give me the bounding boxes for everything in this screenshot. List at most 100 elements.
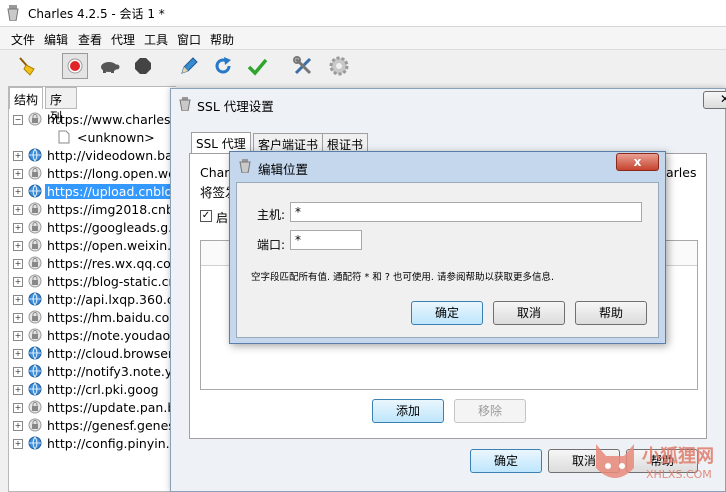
ssl-dialog-title: SSL 代理设置 bbox=[197, 99, 274, 114]
expand-toggle-icon[interactable]: + bbox=[13, 277, 23, 287]
tree-row-label: https://update.pan.ba bbox=[47, 400, 183, 415]
close-icon: x bbox=[633, 155, 642, 169]
tree-row-label: <unknown> bbox=[77, 130, 155, 145]
ssl-dialog-close-button[interactable]: ✕ bbox=[703, 91, 726, 109]
expand-toggle-icon[interactable]: + bbox=[13, 169, 23, 179]
tree-row[interactable]: + https://note.youdao.c bbox=[9, 327, 189, 345]
tree-row[interactable]: + http://cloud.browser. bbox=[9, 345, 189, 363]
host-label: 主机: bbox=[257, 208, 286, 222]
menu-edit[interactable]: 编辑 bbox=[44, 31, 68, 48]
tab-ssl-proxy[interactable]: SSL 代理 bbox=[191, 132, 251, 153]
fox-logo-icon bbox=[596, 444, 634, 478]
expand-toggle-icon[interactable]: + bbox=[13, 313, 23, 323]
add-location-button[interactable]: 添加 bbox=[372, 399, 444, 423]
enable-ssl-proxy-checkbox[interactable]: ✓ bbox=[200, 210, 212, 222]
tree-row-label: http://crl.pki.goog bbox=[47, 382, 159, 397]
globe-icon bbox=[28, 436, 42, 450]
tree-row[interactable]: + https://genesf.genesc bbox=[9, 417, 189, 435]
tab-root-certificate[interactable]: 根证书 bbox=[322, 133, 369, 153]
expand-toggle-icon[interactable]: + bbox=[13, 223, 23, 233]
tree-row[interactable]: + https://googleads.g.c bbox=[9, 219, 189, 237]
turtle-icon[interactable] bbox=[96, 53, 122, 79]
tree-row[interactable]: + http://crl.pki.goog bbox=[9, 381, 189, 399]
tree-row[interactable]: + https://res.wx.qq.com bbox=[9, 255, 189, 273]
tree-row-label: https://img2018.cnblo bbox=[47, 202, 186, 217]
broom-icon[interactable] bbox=[14, 53, 40, 79]
tree-row[interactable]: + http://config.pinyin.sc bbox=[9, 435, 189, 453]
ssl-description-start: Charl bbox=[200, 165, 233, 180]
menu-proxy[interactable]: 代理 bbox=[111, 31, 135, 48]
lock-globe-icon bbox=[28, 400, 42, 414]
globe-icon bbox=[28, 382, 42, 396]
remove-location-button[interactable]: 移除 bbox=[454, 399, 526, 423]
tree-row[interactable]: <unknown> bbox=[9, 129, 189, 147]
expand-toggle-icon[interactable]: + bbox=[13, 349, 23, 359]
expand-toggle-icon[interactable]: + bbox=[13, 241, 23, 251]
tools-icon[interactable] bbox=[290, 53, 316, 79]
edit-dialog-close-button[interactable]: x bbox=[616, 153, 659, 171]
menu-window[interactable]: 窗口 bbox=[177, 31, 201, 48]
tree-row-label: https://hm.baidu.com bbox=[47, 310, 182, 325]
tree-row[interactable]: + http://videodown.bao bbox=[9, 147, 189, 165]
lock-globe-icon bbox=[28, 256, 42, 270]
lock-globe-icon bbox=[28, 328, 42, 342]
globe-icon bbox=[28, 148, 42, 162]
ssl-ok-button[interactable]: 确定 bbox=[470, 449, 542, 473]
lock-globe-icon bbox=[28, 220, 42, 234]
tree-row-label: https://googleads.g.c bbox=[47, 220, 179, 235]
expand-toggle-icon[interactable]: + bbox=[13, 367, 23, 377]
edit-pen-icon[interactable] bbox=[176, 53, 202, 79]
tree-row[interactable]: + https://hm.baidu.com bbox=[9, 309, 189, 327]
stop-breakpoint-icon[interactable] bbox=[130, 53, 156, 79]
tree-row[interactable]: + https://img2018.cnblo bbox=[9, 201, 189, 219]
tree-row-label: https://blog-static.cnl bbox=[47, 274, 180, 289]
title-bar: Charles 4.2.5 - 会话 1 * bbox=[0, 0, 726, 27]
expand-toggle-icon[interactable]: + bbox=[13, 187, 23, 197]
menu-view[interactable]: 查看 bbox=[78, 31, 102, 48]
tab-client-certificates[interactable]: 客户端证书 bbox=[253, 133, 324, 153]
checkmark-icon[interactable] bbox=[244, 53, 270, 79]
edit-ok-button[interactable]: 确定 bbox=[411, 301, 483, 325]
host-input[interactable]: * bbox=[290, 202, 642, 222]
collapse-toggle-icon[interactable]: − bbox=[13, 115, 23, 125]
refresh-icon[interactable] bbox=[210, 53, 236, 79]
expand-toggle-icon[interactable]: + bbox=[13, 331, 23, 341]
tab-sequence[interactable]: 序列 bbox=[45, 87, 77, 124]
expand-toggle-icon[interactable]: + bbox=[13, 259, 23, 269]
tree-row-label: http://notify3.note.yo bbox=[47, 364, 180, 379]
tree-row-label: https://www.charlesp bbox=[47, 112, 179, 127]
tree-row[interactable]: + https://update.pan.ba bbox=[9, 399, 189, 417]
tree-row[interactable]: + https://blog-static.cnl bbox=[9, 273, 189, 291]
menu-file[interactable]: 文件 bbox=[11, 31, 35, 48]
expand-toggle-icon[interactable]: + bbox=[13, 205, 23, 215]
menu-help[interactable]: 帮助 bbox=[210, 31, 234, 48]
tree-row[interactable]: − https://www.charlesp bbox=[9, 111, 189, 129]
edit-dialog-body: 主机: * 端口: * 空字段匹配所有值. 通配符 * 和 ? 也可使用. 请参… bbox=[236, 182, 659, 338]
tab-structure[interactable]: 结构 bbox=[9, 87, 43, 109]
tree-row-label: http://videodown.bao bbox=[47, 148, 181, 163]
expand-toggle-icon[interactable]: + bbox=[13, 403, 23, 413]
edit-cancel-button[interactable]: 取消 bbox=[493, 301, 565, 325]
tree-row[interactable]: + https://open.weixin.q bbox=[9, 237, 189, 255]
site-watermark: 小狐狸网 XHLXS.COM bbox=[590, 436, 726, 492]
expand-toggle-icon[interactable]: + bbox=[13, 151, 23, 161]
edit-help-button[interactable]: 帮助 bbox=[575, 301, 647, 325]
settings-gear-icon[interactable] bbox=[326, 53, 352, 79]
enable-ssl-proxy-label: 启 bbox=[216, 211, 229, 225]
tree-row[interactable]: + http://api.lxqp.360.cn bbox=[9, 291, 189, 309]
expand-toggle-icon[interactable]: + bbox=[13, 421, 23, 431]
tree-row[interactable]: + https://upload.cnblog bbox=[9, 183, 189, 201]
expand-toggle-icon[interactable]: + bbox=[13, 439, 23, 449]
expand-toggle-icon[interactable]: + bbox=[13, 295, 23, 305]
edit-location-dialog: 编辑位置 x 主机: * 端口: * 空字段匹配所有值. 通配符 * 和 ? 也… bbox=[229, 151, 666, 344]
tree-row-label: http://api.lxqp.360.cn bbox=[47, 292, 182, 307]
record-icon[interactable] bbox=[62, 53, 88, 79]
structure-tree-pane[interactable]: 结构 序列 − https://www.charlesp <unknown> + htt… bbox=[8, 86, 185, 492]
tree-row[interactable]: + http://notify3.note.yo bbox=[9, 363, 189, 381]
menu-tools[interactable]: 工具 bbox=[144, 31, 168, 48]
toolbar bbox=[0, 50, 726, 82]
port-input[interactable]: * bbox=[290, 230, 362, 250]
globe-icon bbox=[28, 292, 42, 306]
expand-toggle-icon[interactable]: + bbox=[13, 385, 23, 395]
tree-row[interactable]: + https://long.open.wei bbox=[9, 165, 189, 183]
